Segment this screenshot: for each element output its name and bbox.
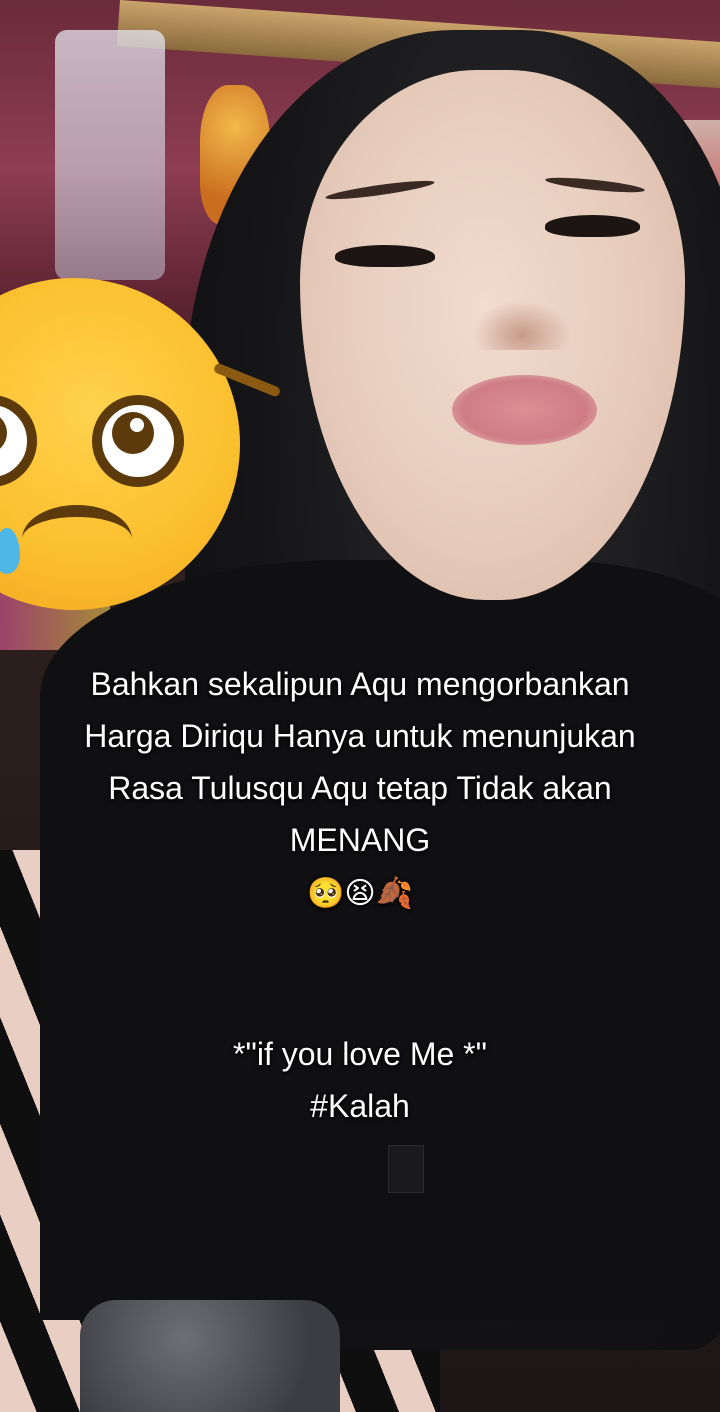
- emoji-frown: [22, 505, 132, 573]
- left-eye: [335, 245, 435, 267]
- caption-tail: *"if you love Me *" #Kalah: [0, 1028, 720, 1132]
- lips: [452, 375, 597, 445]
- emoji-glint-right: [130, 418, 144, 432]
- caption-line: Rasa Tulusqu Aqu tetap Tidak akan: [108, 770, 612, 806]
- hanging-plastic-bag: [55, 30, 165, 280]
- right-eye: [545, 215, 640, 237]
- caption-line: MENANG: [289, 822, 431, 858]
- caption-line: Bahkan sekalipun Aqu mengorbankan: [90, 666, 630, 702]
- caption-quote: *"if you love Me *": [233, 1036, 487, 1072]
- caption-line: Harga Diriqu Hanya untuk menunjukan: [84, 718, 636, 754]
- caption-hashtag: #Kalah: [310, 1088, 410, 1124]
- handbag: [80, 1300, 340, 1412]
- caption-text: Bahkan sekalipun Aqu mengorbankan Harga …: [0, 658, 720, 866]
- nose: [472, 300, 572, 350]
- clothing-label: [388, 1145, 424, 1193]
- photo-post: Bahkan sekalipun Aqu mengorbankan Harga …: [0, 0, 720, 1412]
- caption-emojis: 🥺😫🍂: [307, 876, 413, 911]
